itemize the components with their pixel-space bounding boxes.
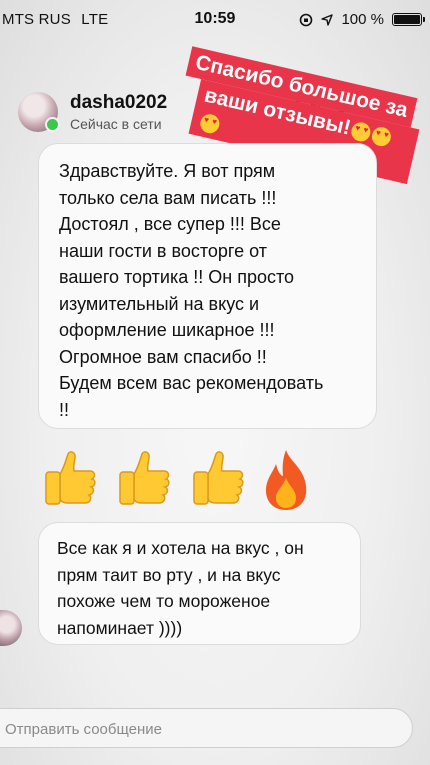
message-line: вашего тортика !! Он просто <box>59 267 295 287</box>
message-bubble[interactable]: Все как я и хотела на вкус , он прям таи… <box>38 522 361 645</box>
location-arrow-icon <box>321 13 334 26</box>
heart-eyes-emoji-icon <box>198 112 222 136</box>
status-bar: MTS RUS LTE 10:59 100 % <box>0 0 430 40</box>
status-icons: 100 % <box>299 11 425 28</box>
chat-username[interactable]: dasha0202 <box>70 92 167 114</box>
online-status: Сейчас в сети <box>70 116 162 132</box>
heart-eyes-emoji-icon <box>349 120 373 144</box>
message-line: наши гости в восторге от <box>59 240 267 261</box>
battery-icon <box>392 13 425 26</box>
message-line: прям таит во рту , и на вкус <box>57 564 281 585</box>
fire-icon <box>265 450 307 510</box>
thumbs-up-icon <box>193 451 244 505</box>
online-indicator <box>45 117 60 132</box>
avatar[interactable] <box>18 92 60 132</box>
message-line: !! <box>59 399 70 420</box>
message-line: оформление шикарное !!! <box>59 320 275 340</box>
message-bubble[interactable]: Здравствуйте. Я вот прям только села вам… <box>38 143 377 429</box>
thumbs-up-icon <box>45 451 96 505</box>
message-line: Огромное вам спасибо !! <box>59 346 267 367</box>
message-line: Будем всем вас рекомендовать <box>59 373 324 393</box>
message-line: Все как я и хотела на вкус , он <box>57 538 304 558</box>
message-line: Здравствуйте. Я вот прям <box>59 161 276 181</box>
message-input[interactable] <box>1 709 407 749</box>
rotation-lock-icon <box>300 13 313 26</box>
battery-percent: 100 % <box>341 11 384 28</box>
emoji-message[interactable] <box>38 448 312 516</box>
message-line: Достоял , все супер !!! Все <box>59 214 281 234</box>
message-line: напоминает )))) <box>57 617 183 638</box>
message-line: похоже чем то мороженое <box>57 591 271 611</box>
heart-eyes-emoji-icon <box>370 125 394 149</box>
message-composer <box>0 708 413 749</box>
sender-avatar[interactable] <box>0 610 22 646</box>
message-line: изумительный на вкус и <box>59 293 260 314</box>
message-line: только села вам писать !!! <box>59 187 277 208</box>
thumbs-up-icon <box>119 451 170 505</box>
